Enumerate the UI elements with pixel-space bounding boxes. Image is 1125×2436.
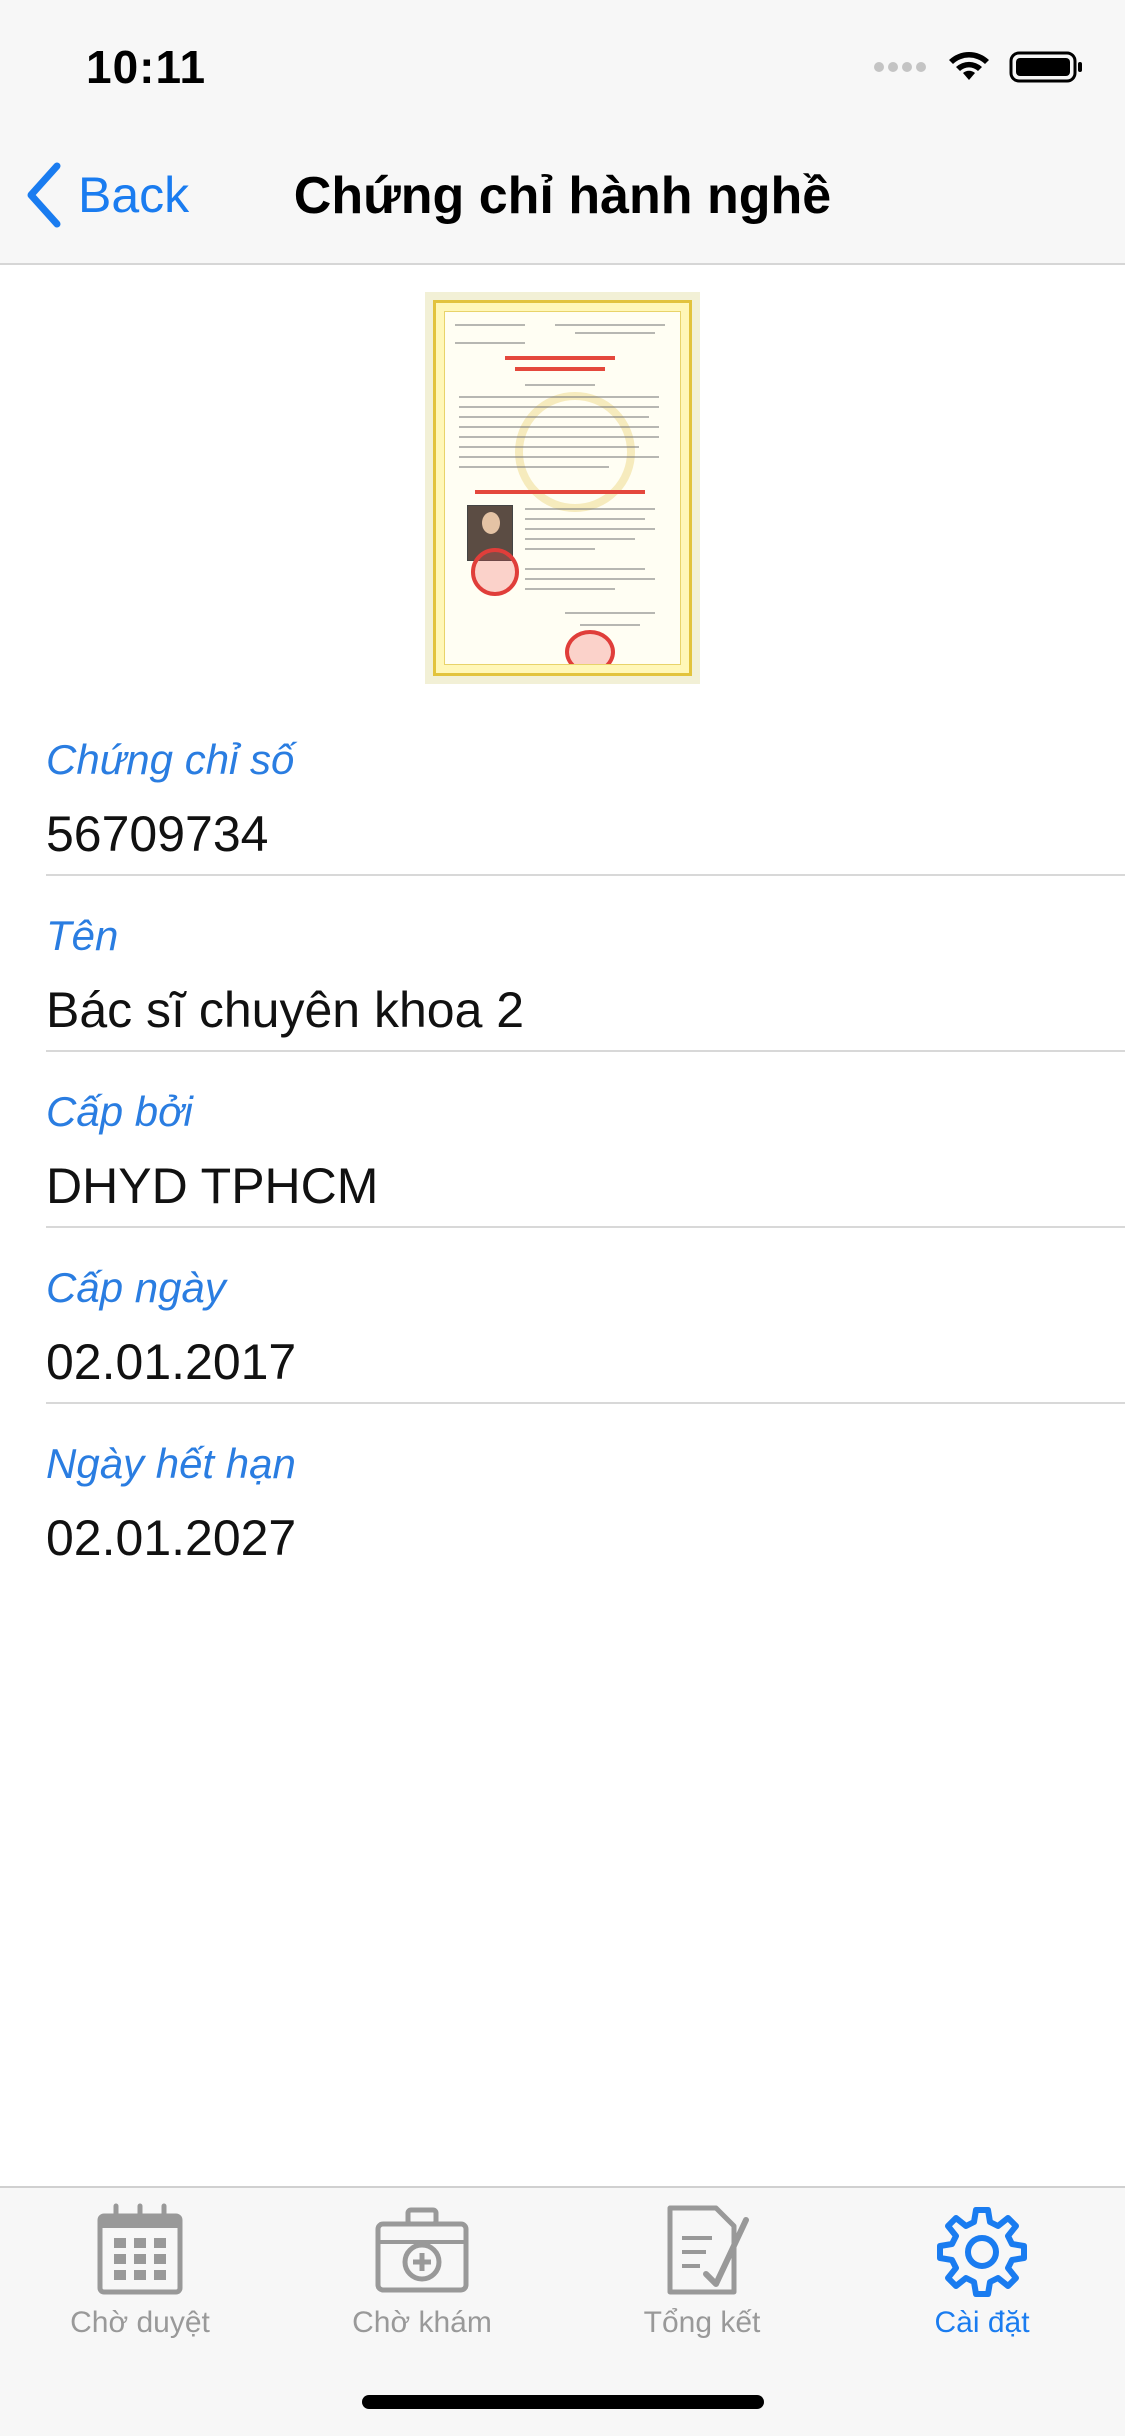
tab-label: Chờ khám [352, 2306, 492, 2339]
status-bar: 10:11 [0, 0, 1125, 132]
certificate-frame [433, 300, 692, 676]
tab-label: Tổng kết [643, 2306, 761, 2339]
page-title: Chứng chỉ hành nghề [293, 167, 832, 225]
field-value: DHYD TPHCM [46, 1158, 379, 1214]
tab-summary[interactable]: Tổng kết [602, 2202, 802, 2340]
field-certificate-number: Chứng chỉ số 56709734 [0, 700, 1125, 876]
field-label: Cấp bởi [46, 1088, 193, 1135]
field-value: 02.01.2027 [46, 1510, 297, 1566]
calendar-icon [97, 2203, 183, 2295]
checklist-icon [667, 2205, 749, 2295]
field-value: 02.01.2017 [46, 1334, 297, 1390]
medical-kit-icon [375, 2207, 469, 2293]
signal-icon [874, 62, 926, 72]
certificate-document [444, 311, 681, 665]
tab-label: Chờ duyệt [70, 2306, 210, 2339]
home-indicator[interactable] [362, 2395, 764, 2409]
field-expiry-date: Ngày hết hạn 02.01.2027 [0, 1404, 1125, 1580]
field-issued-by: Cấp bởi DHYD TPHCM [0, 1052, 1125, 1228]
tab-settings[interactable]: Cài đặt [882, 2202, 1082, 2340]
field-value: 56709734 [46, 806, 269, 862]
tab-label: Cài đặt [934, 2306, 1030, 2339]
red-seal [471, 548, 519, 596]
field-label: Cấp ngày [46, 1264, 226, 1311]
watermark-emblem [515, 392, 635, 512]
wifi-icon [949, 52, 989, 80]
field-issue-date: Cấp ngày 02.01.2017 [0, 1228, 1125, 1404]
director-seal [565, 630, 615, 664]
gear-icon [937, 2207, 1027, 2297]
status-time: 10:11 [86, 41, 207, 93]
certificate-details: Chứng chỉ số 56709734 Tên Bác sĩ chuyên … [0, 700, 1125, 1580]
status-icons [873, 50, 1083, 84]
field-value: Bác sĩ chuyên khoa 2 [46, 982, 525, 1038]
tab-pending-exam[interactable]: Chờ khám [322, 2202, 522, 2340]
battery-icon [1009, 51, 1082, 83]
field-label: Tên [46, 912, 119, 959]
field-label: Chứng chỉ số [46, 736, 295, 783]
navigation-bar: Back Chứng chỉ hành nghề [0, 132, 1125, 265]
tab-pending-approval[interactable]: Chờ duyệt [40, 2202, 240, 2340]
field-label: Ngày hết hạn [46, 1440, 296, 1487]
certificate-image[interactable] [425, 292, 700, 684]
field-name: Tên Bác sĩ chuyên khoa 2 [0, 876, 1125, 1052]
